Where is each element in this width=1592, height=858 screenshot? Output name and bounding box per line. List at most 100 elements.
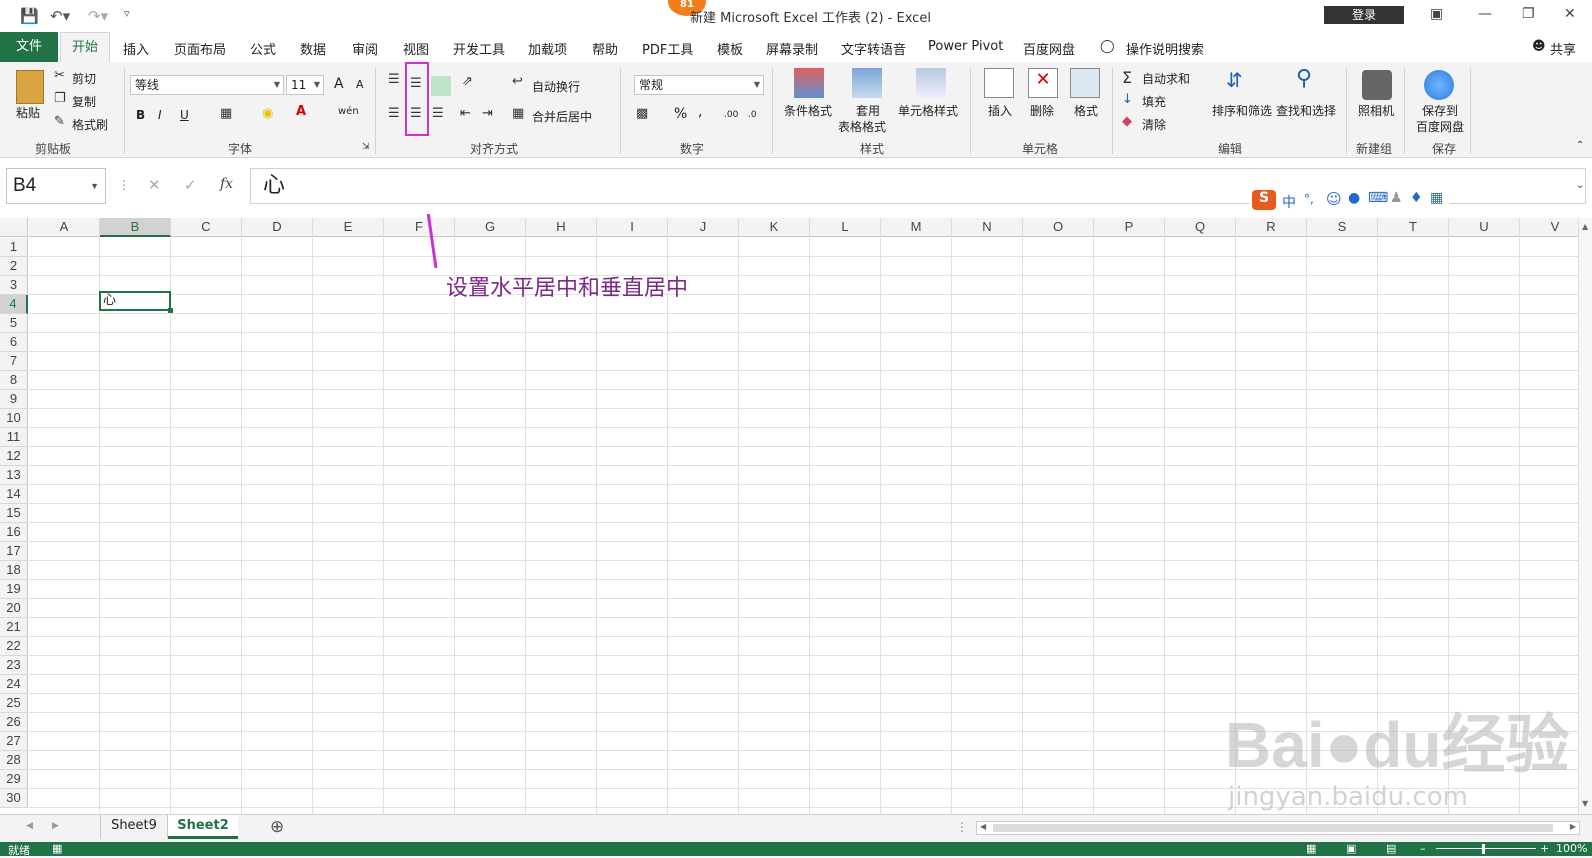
column-header[interactable]: K	[739, 218, 810, 237]
tab-developer[interactable]: 开发工具	[453, 39, 505, 58]
scroll-left-icon[interactable]: ◀	[980, 822, 986, 831]
column-header[interactable]: I	[597, 218, 668, 237]
tab-addins[interactable]: 加载项	[528, 39, 567, 58]
tab-baidu-netdisk[interactable]: 百度网盘	[1023, 39, 1075, 58]
horizontal-scrollbar[interactable]: ◀ ▶	[976, 821, 1580, 835]
microphone-icon[interactable]: ●	[1348, 190, 1360, 206]
decrease-decimal-button[interactable]: .0	[748, 110, 757, 120]
customize-qat-icon[interactable]: ▿	[124, 7, 130, 20]
next-sheet-icon[interactable]: ▶	[52, 821, 59, 831]
undo-icon[interactable]: ↶▾	[50, 7, 70, 25]
conditional-format-button[interactable]: 条件格式	[784, 102, 832, 119]
worksheet-grid[interactable]: ABCDEFGHIJKLMNOPQRSTUV 1 2 3 4 5 6 7 8 9 10 11 12 13…	[0, 214, 1592, 814]
find-select-button[interactable]: 查找和选择	[1276, 102, 1336, 119]
save-icon[interactable]: 💾	[20, 7, 39, 25]
tab-text-to-speech[interactable]: 文字转语音	[841, 39, 906, 58]
row-header[interactable]: 19	[0, 580, 28, 599]
vertical-scrollbar[interactable]: ▲ ▼	[1578, 218, 1592, 814]
tab-templates[interactable]: 模板	[717, 39, 743, 58]
column-header[interactable]: B	[100, 218, 171, 237]
format-as-table-button[interactable]: 套用	[856, 102, 880, 119]
column-header[interactable]: D	[242, 218, 313, 237]
cell-styles-button[interactable]: 单元格样式	[898, 102, 958, 119]
bold-button[interactable]: B	[136, 108, 145, 122]
zoom-slider-thumb[interactable]	[1482, 844, 1485, 854]
row-header[interactable]: 8	[0, 371, 28, 390]
tab-formulas[interactable]: 公式	[250, 39, 276, 58]
emoji-icon[interactable]: ☺	[1326, 190, 1342, 208]
insert-cells-button[interactable]: 插入	[988, 102, 1012, 119]
align-left-icon[interactable]: ☰	[388, 106, 400, 121]
row-header[interactable]: 26	[0, 713, 28, 732]
column-header[interactable]: H	[526, 218, 597, 237]
row-header[interactable]: 13	[0, 466, 28, 485]
row-header[interactable]: 25	[0, 694, 28, 713]
comma-button[interactable]: ,	[698, 104, 702, 120]
tab-review[interactable]: 审阅	[352, 39, 378, 58]
restore-icon[interactable]: ❐	[1522, 6, 1535, 22]
orientation-icon[interactable]: ⇗	[462, 74, 473, 89]
column-header[interactable]: J	[668, 218, 739, 237]
dialog-launcher-icon[interactable]: ⇲	[362, 142, 370, 152]
save-to-baidu-button[interactable]: 保存到	[1422, 102, 1458, 119]
fill-handle[interactable]	[168, 308, 173, 313]
page-break-view-icon[interactable]: ▤	[1386, 842, 1396, 855]
underline-button[interactable]: U	[180, 108, 189, 122]
paste-button[interactable]: 粘贴	[16, 104, 40, 121]
row-header[interactable]: 16	[0, 523, 28, 542]
column-header[interactable]: L	[810, 218, 881, 237]
keyboard-icon[interactable]: ⌨	[1368, 190, 1388, 206]
column-header[interactable]: G	[455, 218, 526, 237]
close-icon[interactable]: ✕	[1564, 6, 1576, 22]
normal-view-icon[interactable]: ▦	[1306, 842, 1316, 855]
sheet-tab-sheet9[interactable]: Sheet9	[100, 815, 168, 839]
tab-data[interactable]: 数据	[300, 39, 326, 58]
sort-filter-button[interactable]: 排序和筛选	[1212, 102, 1272, 119]
tab-help[interactable]: 帮助	[592, 39, 618, 58]
ribbon-display-icon[interactable]: ▣	[1430, 6, 1443, 22]
cancel-icon[interactable]: ✕	[148, 176, 161, 194]
zoom-in-icon[interactable]: +	[1540, 842, 1549, 855]
percent-button[interactable]: %	[674, 106, 687, 122]
insert-function-button[interactable]: fx	[220, 176, 233, 192]
tab-power-pivot[interactable]: Power Pivot	[928, 39, 1003, 54]
row-header[interactable]: 5	[0, 314, 28, 333]
phonetic-button[interactable]: wén	[338, 106, 359, 117]
row-header[interactable]: 24	[0, 675, 28, 694]
row-header[interactable]: 4	[0, 295, 28, 314]
tab-screen-record[interactable]: 屏幕录制	[766, 39, 818, 58]
clear-button[interactable]: 清除	[1142, 116, 1166, 133]
column-header[interactable]: M	[881, 218, 952, 237]
font-name-combo[interactable]: 等线 ▼	[130, 75, 284, 95]
tell-me-search[interactable]: 操作说明搜索	[1126, 39, 1204, 58]
row-header[interactable]: 10	[0, 409, 28, 428]
format-cells-button[interactable]: 格式	[1074, 102, 1098, 119]
row-header[interactable]: 17	[0, 542, 28, 561]
align-top-icon[interactable]: ☰	[388, 72, 400, 87]
number-format-combo[interactable]: 常规 ▼	[634, 75, 764, 95]
font-color-icon[interactable]: A	[296, 104, 306, 119]
login-button[interactable]: 登录	[1324, 6, 1404, 24]
expand-formula-icon[interactable]: ⌄	[1576, 180, 1584, 191]
row-header[interactable]: 9	[0, 390, 28, 409]
insert-cells-icon[interactable]	[984, 68, 1014, 98]
row-header[interactable]: 3	[0, 276, 28, 295]
conditional-format-icon[interactable]	[794, 68, 824, 98]
name-box[interactable]: B4 ▼	[6, 168, 106, 204]
column-header[interactable]: C	[171, 218, 242, 237]
delete-cells-icon[interactable]: ✕	[1028, 68, 1058, 98]
column-header[interactable]: E	[313, 218, 384, 237]
zoom-slider[interactable]	[1436, 848, 1536, 849]
row-header[interactable]: 30	[0, 789, 28, 808]
italic-button[interactable]: I	[158, 108, 162, 122]
currency-icon[interactable]: ▩	[636, 106, 648, 121]
shrink-font-button[interactable]: A	[356, 78, 364, 91]
ime-punct-mode[interactable]: °,	[1304, 192, 1314, 206]
fill-color-icon[interactable]: ◉	[262, 106, 273, 121]
scroll-down-icon[interactable]: ▼	[1582, 799, 1588, 808]
decrease-indent-icon[interactable]: ⇤	[460, 106, 471, 121]
minimize-icon[interactable]: —	[1478, 6, 1492, 22]
column-header[interactable]: S	[1307, 218, 1378, 237]
user-icon[interactable]: ♟	[1390, 190, 1403, 206]
baidu-cloud-icon[interactable]	[1424, 70, 1454, 100]
